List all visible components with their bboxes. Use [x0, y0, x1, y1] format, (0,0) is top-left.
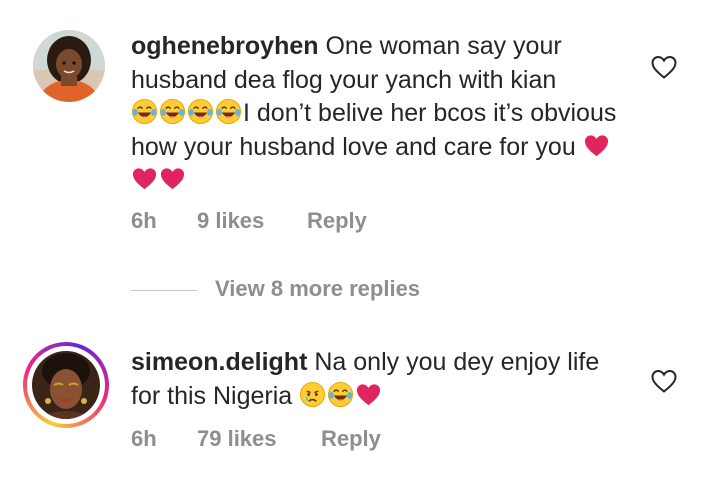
- comment-simeon-delight: simeon.delight Na only you dey enjoy lif…: [0, 330, 720, 470]
- divider-line: [131, 290, 197, 291]
- comment-age: 6h: [131, 208, 157, 233]
- red-heart-icon: [131, 165, 158, 192]
- view-more-replies-label: View 8 more replies: [215, 276, 421, 301]
- username[interactable]: simeon.delight: [131, 348, 307, 376]
- heart-outline-icon: [651, 369, 677, 393]
- red-heart-icon: [159, 165, 186, 192]
- red-heart-icon: [583, 132, 610, 159]
- tears-of-joy-icon: [215, 98, 242, 125]
- comment-text: oghenebroyhen One woman say your husband…: [131, 30, 621, 198]
- red-heart-icon: [355, 381, 382, 408]
- comment-oghenebroyhen: oghenebroyhen One woman say your husband…: [0, 0, 720, 260]
- avatar[interactable]: [33, 30, 105, 102]
- like-count[interactable]: 79 likes: [197, 426, 277, 452]
- avatar[interactable]: [32, 351, 100, 419]
- crying-face-icon: [299, 381, 326, 408]
- reply-button[interactable]: Reply: [307, 208, 367, 234]
- comment-age: 6h: [131, 426, 157, 451]
- like-button[interactable]: [650, 54, 678, 80]
- reply-button[interactable]: Reply: [321, 426, 381, 452]
- heart-outline-icon: [651, 55, 677, 79]
- like-count[interactable]: 9 likes: [197, 208, 264, 234]
- tears-of-joy-icon: [187, 98, 214, 125]
- comment-text: simeon.delight Na only you dey enjoy lif…: [131, 346, 621, 413]
- like-button[interactable]: [650, 368, 678, 394]
- username[interactable]: oghenebroyhen: [131, 32, 319, 60]
- tears-of-joy-icon: [159, 98, 186, 125]
- tears-of-joy-icon: [327, 381, 354, 408]
- tears-of-joy-icon: [131, 98, 158, 125]
